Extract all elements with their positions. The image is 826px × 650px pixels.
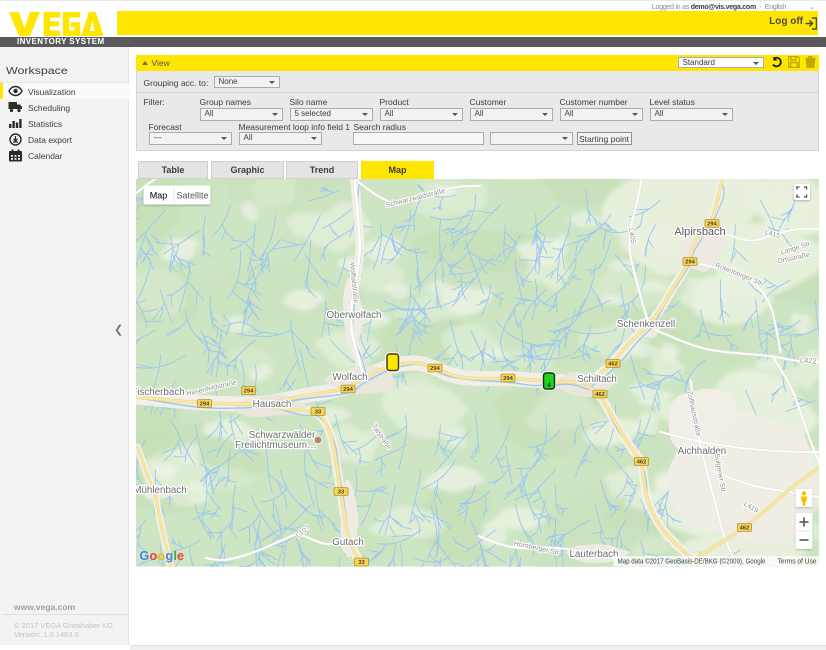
svg-text:Terms of Use: Terms of Use xyxy=(777,557,816,566)
svg-text:294: 294 xyxy=(685,260,695,266)
svg-text:Alpirsbach: Alpirsbach xyxy=(674,226,725,238)
svg-text:Mühlenbach: Mühlenbach xyxy=(136,485,187,496)
svg-text:33: 33 xyxy=(314,410,321,416)
svg-text:L422: L422 xyxy=(799,355,816,365)
svg-text:g: g xyxy=(165,549,172,563)
svg-text:Map: Map xyxy=(149,191,167,201)
svg-text:G: G xyxy=(139,549,148,563)
svg-text:Hausach: Hausach xyxy=(252,399,291,410)
svg-text:294: 294 xyxy=(430,366,440,372)
svg-text:33: 33 xyxy=(358,560,365,566)
svg-text:462: 462 xyxy=(636,460,646,466)
svg-text:Oberwolfach: Oberwolfach xyxy=(326,310,381,321)
svg-text:33: 33 xyxy=(337,490,344,496)
svg-text:294: 294 xyxy=(503,376,513,382)
svg-text:294: 294 xyxy=(343,387,353,393)
svg-text:294: 294 xyxy=(243,389,253,395)
svg-text:294: 294 xyxy=(707,222,717,228)
svg-text:462: 462 xyxy=(608,362,618,368)
svg-text:Gutach: Gutach xyxy=(332,537,364,548)
svg-text:o: o xyxy=(149,549,157,563)
svg-text:e: e xyxy=(177,549,184,563)
svg-text:Wolfach: Wolfach xyxy=(332,372,367,383)
svg-text:o: o xyxy=(157,549,165,563)
svg-text:Freilichtmuseum…: Freilichtmuseum… xyxy=(235,440,317,451)
svg-text:Satellite: Satellite xyxy=(176,191,208,201)
svg-text:Map data ©2017 GeoBasis-DE/BKG: Map data ©2017 GeoBasis-DE/BKG (©2009), … xyxy=(617,557,765,566)
svg-text:462: 462 xyxy=(595,392,605,398)
svg-text:Lauterbach: Lauterbach xyxy=(569,549,618,560)
svg-text:294: 294 xyxy=(199,402,209,408)
svg-text:462: 462 xyxy=(739,526,749,532)
svg-text:Schenkenzell: Schenkenzell xyxy=(616,319,674,330)
svg-text:Schiltach: Schiltach xyxy=(577,374,617,385)
svg-text:Fischerbach: Fischerbach xyxy=(136,387,185,398)
